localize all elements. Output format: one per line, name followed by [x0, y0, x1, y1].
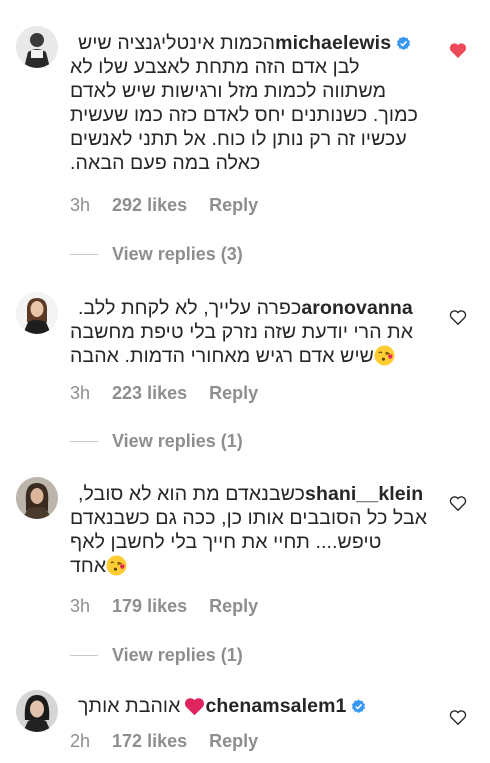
- username[interactable]: michaelewis: [275, 31, 391, 55]
- comment-text-segment: אחד: [70, 555, 107, 577]
- comment-meta: 3h 179 likes Reply: [70, 596, 258, 617]
- timestamp: 2h: [70, 731, 91, 751]
- replies-divider: [70, 655, 98, 656]
- comment-text: כאלה במה פעם הבאה.: [70, 152, 261, 174]
- view-replies-label: View replies (3): [112, 244, 243, 264]
- timestamp: 3h: [70, 383, 91, 403]
- comment-text: טיפש.... תחיי את חייך בלי לחשבן לאף: [70, 531, 382, 553]
- reply-button[interactable]: Reply: [209, 596, 258, 617]
- view-replies-button[interactable]: View replies (1): [70, 431, 243, 452]
- face-blowing-kiss-emoji: [374, 345, 395, 366]
- comment-text: כשבנאדם מת הוא לא סובל,: [78, 483, 305, 505]
- comment-text: עכשיו זה רק נותן לו כוח. אל תתני לאנשים: [70, 128, 407, 150]
- username[interactable]: aronovanna: [301, 296, 413, 320]
- likes-count[interactable]: 292 likes: [112, 195, 187, 216]
- heart-icon[interactable]: [449, 495, 467, 512]
- replies-divider: [70, 441, 98, 442]
- verified-badge-icon: [352, 698, 366, 713]
- comment-text: את הרי יודעת שזה נזרק בלי טיפת מחשבה: [70, 321, 414, 343]
- red-heart-emoji: [185, 697, 205, 715]
- comment-text: אבל כל הסובבים אותו כן, ככה גם כשבנאדם: [70, 507, 428, 529]
- timestamp: 3h: [70, 596, 91, 616]
- heart-icon[interactable]: [449, 42, 467, 59]
- reply-button[interactable]: Reply: [209, 383, 258, 404]
- comment-meta: 2h 172 likes Reply: [70, 731, 258, 752]
- comment-text: כפרה עלייך, לא לקחת ללב.: [78, 297, 302, 319]
- avatar[interactable]: [16, 26, 58, 68]
- avatar[interactable]: [16, 690, 58, 732]
- reply-button[interactable]: Reply: [209, 195, 258, 216]
- heart-icon[interactable]: [449, 709, 467, 726]
- comment-text: הכמות אינטליגנציה שיש: [78, 32, 276, 54]
- username[interactable]: chenamsalem1: [205, 694, 346, 718]
- comment-text: אוהבת אותך: [78, 695, 181, 717]
- comment-text: משתווה לכמות מזל ורגישות שיש לאדם: [70, 80, 387, 102]
- timestamp: 3h: [70, 195, 91, 215]
- username[interactable]: shani__klein: [305, 482, 423, 506]
- comment-text: אחד: [70, 554, 450, 578]
- likes-count[interactable]: 223 likes: [112, 383, 187, 404]
- likes-count[interactable]: 179 likes: [112, 596, 187, 617]
- face-blowing-kiss-emoji: [106, 555, 127, 576]
- comment-text: שיש אדם רגיש מאחורי הדמות. אהבה: [70, 344, 450, 368]
- likes-count[interactable]: 172 likes: [112, 731, 187, 752]
- view-replies-button[interactable]: View replies (1): [70, 645, 243, 666]
- replies-divider: [70, 254, 98, 255]
- heart-icon[interactable]: [449, 309, 467, 326]
- view-replies-button[interactable]: View replies (3): [70, 244, 243, 265]
- verified-badge-icon: [397, 35, 411, 50]
- comment-meta: 3h 292 likes Reply: [70, 195, 258, 216]
- reply-button[interactable]: Reply: [209, 731, 258, 752]
- comment-meta: 3h 223 likes Reply: [70, 383, 258, 404]
- comment-text: לבן אדם הזה מתחת לאצבע שלו לא: [70, 56, 360, 78]
- comment-text: כמוך. כשנותנים יחס לאדם כזה כמו שעשית: [70, 104, 418, 126]
- avatar[interactable]: [16, 477, 58, 519]
- avatar[interactable]: [16, 292, 58, 334]
- view-replies-label: View replies (1): [112, 431, 243, 451]
- comment-text-segment: שיש אדם רגיש מאחורי הדמות. אהבה: [70, 345, 374, 367]
- comment-text-wrap: אוהבת אותך: [78, 694, 205, 718]
- view-replies-label: View replies (1): [112, 645, 243, 665]
